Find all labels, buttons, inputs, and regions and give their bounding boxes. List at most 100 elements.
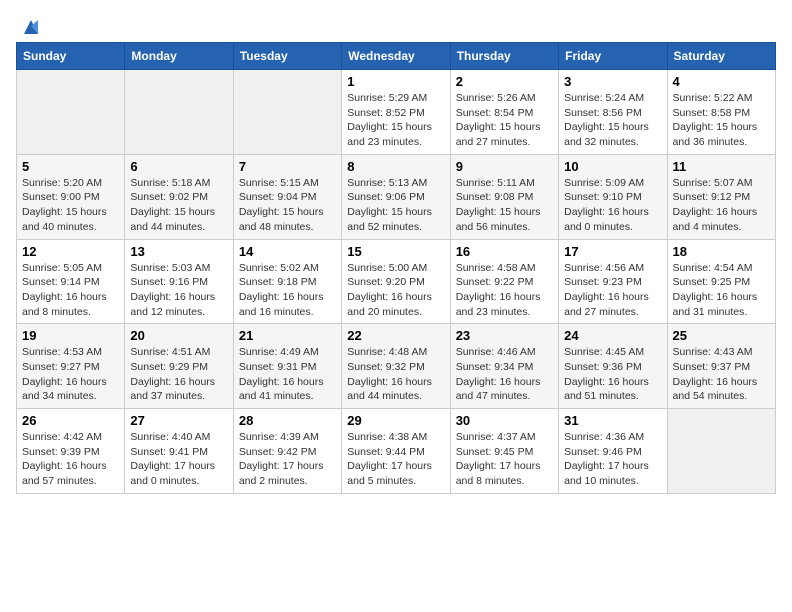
day-info: Sunrise: 5:26 AMSunset: 8:54 PMDaylight:… xyxy=(456,91,553,150)
day-number: 7 xyxy=(239,159,336,174)
day-info: Sunrise: 4:46 AMSunset: 9:34 PMDaylight:… xyxy=(456,345,553,404)
day-number: 20 xyxy=(130,328,227,343)
calendar-cell: 5 Sunrise: 5:20 AMSunset: 9:00 PMDaylight… xyxy=(17,154,125,239)
calendar-cell: 4 Sunrise: 5:22 AMSunset: 8:58 PMDaylight… xyxy=(667,70,775,155)
day-number: 10 xyxy=(564,159,661,174)
calendar-table: SundayMondayTuesdayWednesdayThursdayFrid… xyxy=(16,42,776,494)
day-number: 27 xyxy=(130,413,227,428)
day-number: 21 xyxy=(239,328,336,343)
day-number: 5 xyxy=(22,159,119,174)
calendar-cell: 21 Sunrise: 4:49 AMSunset: 9:31 PMDayligh… xyxy=(233,324,341,409)
day-number: 3 xyxy=(564,74,661,89)
day-number: 8 xyxy=(347,159,444,174)
day-number: 15 xyxy=(347,244,444,259)
day-info: Sunrise: 5:09 AMSunset: 9:10 PMDaylight:… xyxy=(564,176,661,235)
calendar-week-row: 5 Sunrise: 5:20 AMSunset: 9:00 PMDaylight… xyxy=(17,154,776,239)
calendar-cell: 17Sunrise: 4:56 AMSunset: 9:23 PMDayligh… xyxy=(559,239,667,324)
day-info: Sunrise: 4:43 AMSunset: 9:37 PMDaylight:… xyxy=(673,345,770,404)
calendar-cell: 2 Sunrise: 5:26 AMSunset: 8:54 PMDaylight… xyxy=(450,70,558,155)
calendar-cell: 13Sunrise: 5:03 AMSunset: 9:16 PMDayligh… xyxy=(125,239,233,324)
day-number: 17 xyxy=(564,244,661,259)
day-number: 23 xyxy=(456,328,553,343)
calendar-cell: 27 Sunrise: 4:40 AMSunset: 9:41 PMDayligh… xyxy=(125,409,233,494)
day-info: Sunrise: 5:29 AMSunset: 8:52 PMDaylight:… xyxy=(347,91,444,150)
calendar-cell: 10 Sunrise: 5:09 AMSunset: 9:10 PMDayligh… xyxy=(559,154,667,239)
day-info: Sunrise: 5:00 AMSunset: 9:20 PMDaylight:… xyxy=(347,261,444,320)
calendar-cell: 20 Sunrise: 4:51 AMSunset: 9:29 PMDayligh… xyxy=(125,324,233,409)
day-number: 1 xyxy=(347,74,444,89)
calendar-week-row: 26Sunrise: 4:42 AMSunset: 9:39 PMDayligh… xyxy=(17,409,776,494)
day-number: 4 xyxy=(673,74,770,89)
calendar-cell: 19 Sunrise: 4:53 AMSunset: 9:27 PMDayligh… xyxy=(17,324,125,409)
day-info: Sunrise: 5:13 AMSunset: 9:06 PMDaylight:… xyxy=(347,176,444,235)
day-info: Sunrise: 5:15 AMSunset: 9:04 PMDaylight:… xyxy=(239,176,336,235)
day-info: Sunrise: 5:05 AMSunset: 9:14 PMDaylight:… xyxy=(22,261,119,320)
day-info: Sunrise: 5:11 AMSunset: 9:08 PMDaylight:… xyxy=(456,176,553,235)
day-info: Sunrise: 4:38 AMSunset: 9:44 PMDaylight:… xyxy=(347,430,444,489)
calendar-cell: 9Sunrise: 5:11 AMSunset: 9:08 PMDaylight… xyxy=(450,154,558,239)
day-number: 30 xyxy=(456,413,553,428)
day-number: 13 xyxy=(130,244,227,259)
calendar-cell xyxy=(667,409,775,494)
calendar-cell: 22Sunrise: 4:48 AMSunset: 9:32 PMDayligh… xyxy=(342,324,450,409)
day-info: Sunrise: 5:24 AMSunset: 8:56 PMDaylight:… xyxy=(564,91,661,150)
weekday-header-friday: Friday xyxy=(559,43,667,70)
calendar-cell: 29Sunrise: 4:38 AMSunset: 9:44 PMDayligh… xyxy=(342,409,450,494)
day-number: 11 xyxy=(673,159,770,174)
day-number: 19 xyxy=(22,328,119,343)
day-number: 24 xyxy=(564,328,661,343)
weekday-header-thursday: Thursday xyxy=(450,43,558,70)
calendar-cell: 31 Sunrise: 4:36 AMSunset: 9:46 PMDayligh… xyxy=(559,409,667,494)
day-info: Sunrise: 5:18 AMSunset: 9:02 PMDaylight:… xyxy=(130,176,227,235)
day-number: 25 xyxy=(673,328,770,343)
day-number: 18 xyxy=(673,244,770,259)
calendar-cell xyxy=(17,70,125,155)
day-info: Sunrise: 4:49 AMSunset: 9:31 PMDaylight:… xyxy=(239,345,336,404)
day-info: Sunrise: 4:40 AMSunset: 9:41 PMDaylight:… xyxy=(130,430,227,489)
day-number: 31 xyxy=(564,413,661,428)
day-number: 12 xyxy=(22,244,119,259)
calendar-cell: 6 Sunrise: 5:18 AMSunset: 9:02 PMDaylight… xyxy=(125,154,233,239)
calendar-cell: 11 Sunrise: 5:07 AMSunset: 9:12 PMDayligh… xyxy=(667,154,775,239)
day-info: Sunrise: 4:36 AMSunset: 9:46 PMDaylight:… xyxy=(564,430,661,489)
logo xyxy=(16,16,42,34)
day-info: Sunrise: 5:07 AMSunset: 9:12 PMDaylight:… xyxy=(673,176,770,235)
calendar-header-row: SundayMondayTuesdayWednesdayThursdayFrid… xyxy=(17,43,776,70)
calendar-cell: 28 Sunrise: 4:39 AMSunset: 9:42 PMDayligh… xyxy=(233,409,341,494)
day-info: Sunrise: 5:02 AMSunset: 9:18 PMDaylight:… xyxy=(239,261,336,320)
calendar-cell: 24 Sunrise: 4:45 AMSunset: 9:36 PMDayligh… xyxy=(559,324,667,409)
calendar-cell: 8 Sunrise: 5:13 AMSunset: 9:06 PMDaylight… xyxy=(342,154,450,239)
day-info: Sunrise: 4:39 AMSunset: 9:42 PMDaylight:… xyxy=(239,430,336,489)
day-number: 28 xyxy=(239,413,336,428)
day-info: Sunrise: 5:22 AMSunset: 8:58 PMDaylight:… xyxy=(673,91,770,150)
day-info: Sunrise: 4:37 AMSunset: 9:45 PMDaylight:… xyxy=(456,430,553,489)
calendar-cell: 15 Sunrise: 5:00 AMSunset: 9:20 PMDayligh… xyxy=(342,239,450,324)
calendar-cell: 1 Sunrise: 5:29 AMSunset: 8:52 PMDaylight… xyxy=(342,70,450,155)
calendar-cell: 16Sunrise: 4:58 AMSunset: 9:22 PMDayligh… xyxy=(450,239,558,324)
weekday-header-wednesday: Wednesday xyxy=(342,43,450,70)
calendar-cell: 3 Sunrise: 5:24 AMSunset: 8:56 PMDaylight… xyxy=(559,70,667,155)
calendar-week-row: 12 Sunrise: 5:05 AMSunset: 9:14 PMDayligh… xyxy=(17,239,776,324)
calendar-cell: 23 Sunrise: 4:46 AMSunset: 9:34 PMDayligh… xyxy=(450,324,558,409)
day-number: 6 xyxy=(130,159,227,174)
day-info: Sunrise: 4:45 AMSunset: 9:36 PMDaylight:… xyxy=(564,345,661,404)
calendar-cell: 26Sunrise: 4:42 AMSunset: 9:39 PMDayligh… xyxy=(17,409,125,494)
page-header xyxy=(16,16,776,34)
calendar-week-row: 1 Sunrise: 5:29 AMSunset: 8:52 PMDaylight… xyxy=(17,70,776,155)
day-number: 2 xyxy=(456,74,553,89)
day-info: Sunrise: 4:42 AMSunset: 9:39 PMDaylight:… xyxy=(22,430,119,489)
calendar-cell xyxy=(125,70,233,155)
day-info: Sunrise: 5:20 AMSunset: 9:00 PMDaylight:… xyxy=(22,176,119,235)
weekday-header-tuesday: Tuesday xyxy=(233,43,341,70)
day-info: Sunrise: 4:54 AMSunset: 9:25 PMDaylight:… xyxy=(673,261,770,320)
calendar-cell: 30 Sunrise: 4:37 AMSunset: 9:45 PMDayligh… xyxy=(450,409,558,494)
weekday-header-sunday: Sunday xyxy=(17,43,125,70)
calendar-cell: 18 Sunrise: 4:54 AMSunset: 9:25 PMDayligh… xyxy=(667,239,775,324)
calendar-cell: 25 Sunrise: 4:43 AMSunset: 9:37 PMDayligh… xyxy=(667,324,775,409)
calendar-cell: 7 Sunrise: 5:15 AMSunset: 9:04 PMDaylight… xyxy=(233,154,341,239)
day-number: 22 xyxy=(347,328,444,343)
day-info: Sunrise: 4:51 AMSunset: 9:29 PMDaylight:… xyxy=(130,345,227,404)
day-info: Sunrise: 4:53 AMSunset: 9:27 PMDaylight:… xyxy=(22,345,119,404)
weekday-header-saturday: Saturday xyxy=(667,43,775,70)
calendar-cell xyxy=(233,70,341,155)
